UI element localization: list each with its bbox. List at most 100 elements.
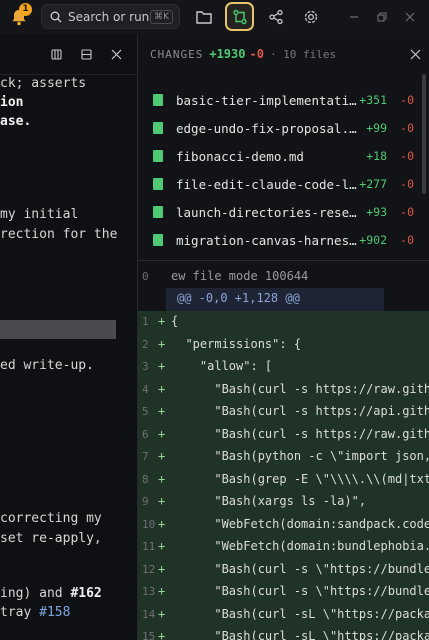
diff-added-line: 9 + "Bash(xargs ls -la)",: [138, 491, 429, 514]
changed-file-row[interactable]: fibonacci-demo.md +18 -0: [138, 144, 429, 168]
file-added-icon: [153, 234, 163, 246]
search-bar[interactable]: Search or run ⌘K: [41, 4, 180, 29]
chat-text-line: ase.: [0, 114, 32, 129]
file-additions: +18: [366, 149, 387, 163]
diff-sign: +: [158, 539, 166, 553]
line-number: 8: [142, 472, 149, 486]
diff-code: "Bash(curl -s https://raw.githubusercont…: [214, 381, 429, 396]
split-view-icon[interactable]: [51, 49, 62, 60]
search-shortcut: ⌘K: [150, 9, 173, 24]
search-icon: [50, 11, 62, 23]
minimize-icon[interactable]: [343, 6, 365, 28]
panel-layout-icon[interactable]: [81, 49, 92, 60]
source-control-button[interactable]: [225, 2, 254, 31]
settings-gear-icon[interactable]: [300, 6, 322, 28]
file-additions: +93: [366, 205, 387, 219]
file-name: file-edit-claude-code-log.md: [176, 176, 358, 192]
changes-panel: CHANGES +1930 -0 · 10 files basic-tier-i…: [138, 34, 429, 640]
diff-code: "Bash(curl -s \"https://bundlephobia: [214, 561, 429, 576]
file-additions: +99: [366, 121, 387, 135]
diff-sign: +: [158, 359, 166, 373]
line-number: 1: [142, 315, 149, 328]
files-scrollbar[interactable]: [422, 74, 426, 194]
diff-code: "WebFetch(domain:bundlephobia.com: [171, 539, 429, 553]
diff-added-line: 5 + "Bash(curl -s https://api.github.com: [138, 401, 429, 424]
file-deletions: -0: [400, 121, 414, 135]
diff-hunk-header: @@ -0,0 +1,128 @@: [166, 288, 384, 311]
changed-file-row[interactable]: migration-canvas-harness.md +902 -0: [138, 228, 429, 252]
diff-code: {: [171, 314, 179, 328]
file-added-icon: [153, 150, 163, 162]
diff-code: "WebFetch(domain:sandpack.codesandbox: [214, 516, 429, 531]
search-placeholder: Search or run: [68, 9, 150, 24]
diff-code: "Bash(curl -sL \"https://packagephobia: [214, 606, 429, 621]
section-divider: [138, 260, 429, 261]
diff-code: "Bash(python -c \"import json,: [171, 449, 429, 463]
diff-added-line: 7 + "Bash(python -c \"import json,: [138, 446, 429, 469]
close-window-icon[interactable]: [399, 6, 421, 28]
chat-panel-header: [0, 34, 137, 75]
line-number: 9: [142, 495, 149, 508]
diff-sign: +: [158, 606, 166, 621]
changed-file-row[interactable]: basic-tier-implementation.md +351 -0: [138, 88, 429, 112]
file-deletions: -0: [400, 149, 414, 163]
diff-sign: +: [158, 584, 166, 598]
line-number: 2: [142, 337, 149, 351]
line-number: 14: [142, 607, 156, 621]
chat-text-line: tray #158: [0, 605, 70, 620]
line-number: 10: [142, 517, 156, 531]
diff-code: "Bash(curl -s \"https://bundlephobia: [214, 584, 429, 598]
diff-added-line: 3 + "allow": [: [138, 356, 429, 379]
diff-code: "Bash(grep -E \"\\\\.\\(md|txt: [171, 471, 429, 486]
file-added-icon: [153, 206, 163, 218]
notification-badge: 1: [19, 3, 32, 16]
line-number: 15: [142, 630, 156, 640]
diff-sign: +: [158, 449, 166, 463]
file-deletions: -0: [400, 177, 414, 191]
file-additions: +351: [359, 93, 387, 107]
line-number: 13: [142, 585, 156, 598]
close-panel-icon[interactable]: [111, 49, 122, 60]
line-number: 11: [142, 540, 156, 553]
issue-link[interactable]: #158: [39, 605, 70, 620]
chat-text-line: rection for the: [0, 227, 118, 242]
diff-sign: +: [158, 336, 166, 351]
diff-sign: +: [158, 561, 166, 576]
diff-added-line: 11 + "WebFetch(domain:bundlephobia.com: [138, 536, 429, 559]
diff-meta-text: ew file mode 100644: [171, 269, 309, 283]
changes-header: CHANGES +1930 -0 · 10 files: [138, 34, 429, 74]
diff-meta-line: 0 ew file mode 100644: [138, 266, 429, 289]
notifications-bell-icon[interactable]: 1: [8, 3, 32, 28]
chat-text-line: ing) and #162: [0, 586, 102, 601]
files-count: · 10 files: [269, 47, 337, 61]
changed-file-row[interactable]: file-edit-claude-code-log.md +277 -0: [138, 172, 429, 196]
close-changes-icon[interactable]: [410, 49, 421, 60]
file-name: edge-undo-fix-proposal.md: [176, 120, 358, 136]
chat-text-line: ion: [0, 95, 24, 110]
diff-code: "Bash(curl -sL \"https://packagephobia: [214, 629, 429, 640]
pr-reference[interactable]: #162: [70, 586, 101, 601]
hunk-text: @@ -0,0 +1,128 @@: [177, 291, 300, 305]
diff-sign: +: [158, 404, 166, 418]
changed-file-row[interactable]: launch-directories-research.md +93 -0: [138, 200, 429, 224]
changes-title: CHANGES: [150, 47, 204, 61]
diff-added-line: 15+ "Bash(curl -sL \"https://packagephob…: [138, 626, 429, 640]
file-name: migration-canvas-harness.md: [176, 232, 358, 248]
line-number: 6: [142, 427, 149, 441]
restore-window-icon[interactable]: [371, 6, 393, 28]
folder-icon[interactable]: [193, 6, 215, 28]
changed-file-row[interactable]: edge-undo-fix-proposal.md +99 -0: [138, 116, 429, 140]
chat-text-line: set re-apply,: [0, 531, 102, 546]
chat-panel: ck; asserts ion ase. my initial rection …: [0, 34, 137, 640]
diff-sign: +: [158, 381, 166, 396]
file-added-icon: [153, 122, 163, 134]
chat-text-fragment: ing) and: [0, 586, 71, 601]
diff-code: "allow": [: [171, 359, 273, 373]
graph-nodes-icon[interactable]: [265, 6, 287, 28]
chat-text-line: ed write-up.: [0, 358, 94, 373]
diff-sign: +: [158, 471, 166, 486]
diff-sign: +: [158, 516, 166, 531]
chat-text-fragment: tray: [0, 605, 40, 620]
diff-added-line: 8 + "Bash(grep -E \"\\\\.\\(md|txt: [138, 468, 429, 491]
diff-added-line: 14+ "Bash(curl -sL \"https://packagephob…: [138, 603, 429, 626]
